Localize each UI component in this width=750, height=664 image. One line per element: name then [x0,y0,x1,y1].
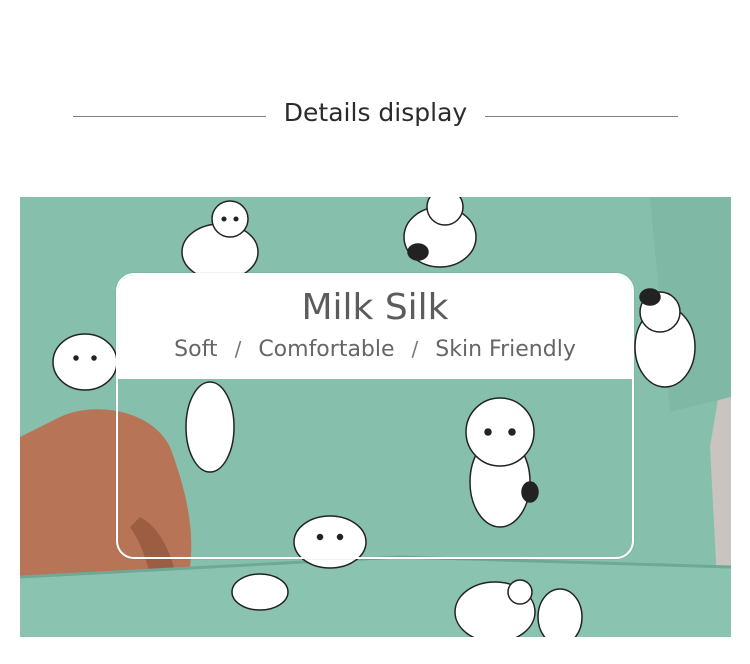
tag-skin-friendly: Skin Friendly [435,337,576,362]
tag-separator: / [411,337,419,361]
feature-card-header: Milk Silk Soft / Comfortable / Skin Frie… [118,275,632,379]
feature-card: Milk Silk Soft / Comfortable / Skin Frie… [116,273,634,559]
heading-divider-left [73,116,266,117]
section-heading: Details display [0,96,750,136]
feature-tags: Soft / Comfortable / Skin Friendly [118,337,632,362]
heading-divider-right [485,116,678,117]
heading-title: Details display [283,98,468,127]
tag-soft: Soft [174,337,218,362]
tag-separator: / [234,337,242,361]
tag-comfortable: Comfortable [258,337,395,362]
fabric-title: Milk Silk [301,287,449,328]
